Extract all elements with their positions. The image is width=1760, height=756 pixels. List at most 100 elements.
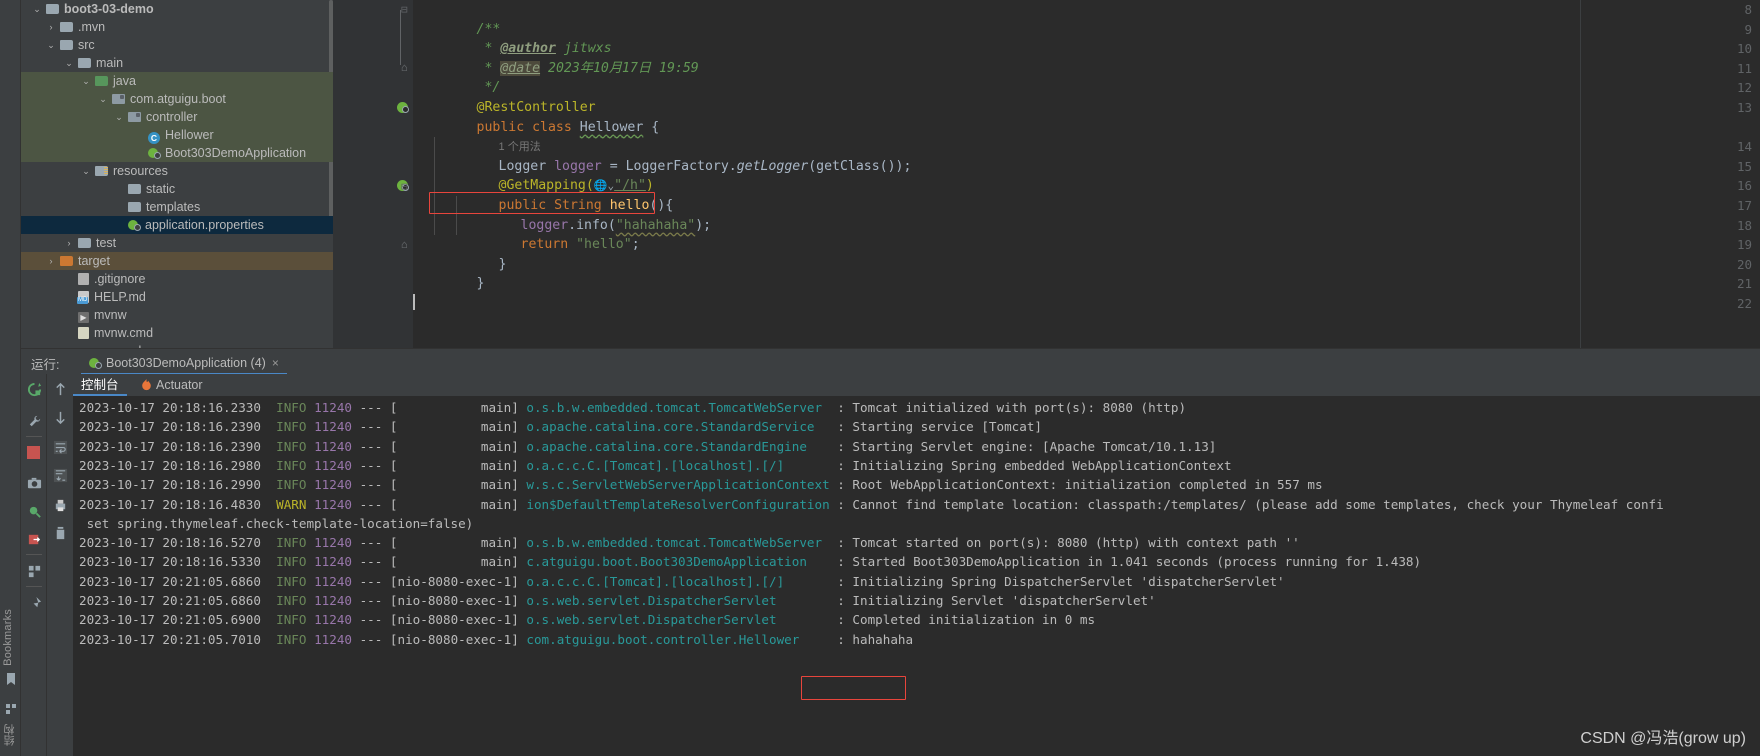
- arrow-down-icon[interactable]: [53, 410, 68, 425]
- gitignore-file-icon: [78, 273, 89, 285]
- run-tool-window[interactable]: 运行: Boot303DemoApplication (4) × 控制台 Act…: [21, 348, 1760, 756]
- chevron-down-icon[interactable]: ⌄: [97, 90, 109, 108]
- tree-item-application-properties[interactable]: application.properties: [21, 216, 333, 234]
- tree-item-static[interactable]: static: [21, 180, 333, 198]
- fold-marker-line16[interactable]: ⊟: [401, 180, 408, 193]
- camera-snapshot-icon[interactable]: [27, 476, 42, 491]
- bookmark-flag-icon[interactable]: [4, 672, 18, 686]
- spring-bean-gutter-icon-line13[interactable]: [397, 102, 409, 114]
- tree-item-label: main: [78, 54, 123, 72]
- pin-icon[interactable]: [27, 596, 42, 611]
- folder-grey-icon: [128, 202, 141, 212]
- run-actions-rail[interactable]: [21, 374, 47, 756]
- class-open-brace: {: [643, 119, 660, 135]
- code-line-12: @RestController: [413, 78, 596, 115]
- code-line-14: Logger logger = LoggerFactory.getLogger(…: [435, 137, 912, 174]
- console-tabbar[interactable]: 控制台 Actuator: [73, 374, 1760, 396]
- stop-icon[interactable]: [27, 446, 40, 459]
- console-log-line: 2023-10-17 20:18:16.2390 INFO 11240 --- …: [79, 438, 1217, 454]
- chevron-down-icon[interactable]: ⌄: [80, 162, 92, 180]
- chevron-down-icon[interactable]: ⌄: [113, 108, 125, 126]
- console-log-line: 2023-10-17 20:18:16.2390 INFO 11240 --- …: [79, 419, 1042, 435]
- run-window-title: 运行:: [31, 358, 60, 372]
- editor-gutter[interactable]: [333, 0, 395, 348]
- bookmarks-rail-label[interactable]: Bookmarks: [2, 609, 14, 666]
- tree-item-help-md[interactable]: HELP.md: [21, 288, 333, 306]
- chevron-right-icon[interactable]: ›: [63, 234, 75, 252]
- chevron-right-icon[interactable]: ›: [45, 252, 57, 270]
- trash-icon[interactable]: [53, 526, 68, 541]
- tree-item-java[interactable]: ⌄ java: [21, 72, 333, 90]
- chevron-down-icon[interactable]: ⌄: [80, 72, 92, 90]
- folder-grey-icon: [60, 22, 73, 32]
- tree-item-label: boot3-03-demo: [46, 0, 154, 18]
- tree-item-test[interactable]: › test: [21, 234, 333, 252]
- folder-grey-icon: [78, 238, 91, 248]
- tree-item-mvnw-cmd[interactable]: mvnw.cmd: [21, 324, 333, 342]
- tree-item-boot303demoapplication[interactable]: Boot303DemoApplication: [21, 144, 333, 162]
- chevron-down-icon[interactable]: ⌄: [45, 36, 57, 54]
- console-log-line: 2023-10-17 20:18:16.4830 WARN 11240 --- …: [79, 496, 1664, 512]
- rail-divider-2: [26, 554, 42, 555]
- tree-item-hellower[interactable]: C Hellower: [21, 126, 333, 144]
- chevron-down-icon[interactable]: ⌄: [31, 0, 43, 18]
- rerun-icon[interactable]: [27, 382, 42, 397]
- scroll-to-end-icon[interactable]: [53, 468, 68, 483]
- tree-item-main[interactable]: ⌄ main: [21, 54, 333, 72]
- editor-marker-column[interactable]: [395, 0, 413, 348]
- run-configuration-tab[interactable]: Boot303DemoApplication (4) ×: [81, 351, 287, 375]
- print-icon[interactable]: [53, 498, 68, 513]
- tree-item-resources[interactable]: ⌄ resources: [21, 162, 333, 180]
- tab-console[interactable]: 控制台: [73, 374, 127, 396]
- tree-item-label: ▶ mvnw: [78, 306, 127, 324]
- soft-wrap-icon[interactable]: [53, 440, 68, 455]
- info-call-tail: );: [695, 217, 712, 233]
- return-semicolon: ;: [631, 237, 640, 253]
- tab-actuator[interactable]: Actuator: [133, 374, 211, 396]
- tree-item-label: src: [60, 36, 95, 54]
- fold-marker-line19[interactable]: ⌂: [401, 238, 408, 251]
- tree-item-com-atguigu-boot[interactable]: ⌄ com.atguigu.boot: [21, 90, 333, 108]
- project-tree-panel[interactable]: ⌄ boot3-03-demo › .mvn ⌄ src ⌄ main ⌄ java ⌄ com.at…: [21, 0, 333, 348]
- tree-item-templates[interactable]: templates: [21, 198, 333, 216]
- tab-actuator-label: Actuator: [156, 378, 203, 392]
- tree-item-label: controller: [128, 108, 197, 126]
- method-close-brace: }: [498, 256, 507, 272]
- code-highlight-box: [429, 192, 655, 214]
- watermark-text: CSDN @冯浩(grow up): [1580, 730, 1746, 747]
- code-content[interactable]: ⊟ ⌂ ⊟ ⌂ /** * @author jitwxs * @date 202…: [400, 0, 1760, 348]
- code-editor[interactable]: 8 9 10 11 12 13 14 15 16 17 18 19 20 21 22 ⊟ ⌂ ⊟ ⌂ /**…: [333, 0, 1760, 348]
- fold-marker-line8[interactable]: ⊟: [401, 3, 408, 16]
- structure-grid-icon[interactable]: [4, 702, 18, 716]
- code-line-13-usage-hint[interactable]: 1 个用法: [435, 118, 541, 153]
- tree-item-target[interactable]: › target: [21, 252, 333, 270]
- run-window-header: 运行: Boot303DemoApplication (4) ×: [21, 348, 1760, 375]
- code-line-11: */: [413, 59, 500, 95]
- fold-marker-line11[interactable]: ⌂: [401, 61, 408, 74]
- layout-grid-icon[interactable]: [27, 564, 42, 579]
- settings-wrench-icon[interactable]: [27, 414, 42, 429]
- debug-thread-dump-icon[interactable]: [27, 504, 42, 519]
- chevron-right-icon[interactable]: ›: [45, 18, 57, 36]
- java-class-icon: C: [148, 132, 160, 144]
- console-output[interactable]: 2023-10-17 20:18:16.2330 INFO 11240 --- …: [73, 396, 1760, 756]
- close-icon[interactable]: ×: [272, 356, 279, 370]
- console-actions-rail[interactable]: [47, 374, 73, 756]
- arrow-up-icon[interactable]: [53, 382, 68, 397]
- tree-item-label: C Hellower: [148, 126, 214, 144]
- markdown-file-icon: [77, 291, 89, 304]
- tree-item-src[interactable]: ⌄ src: [21, 36, 333, 54]
- script-file-icon: ▶: [78, 312, 89, 323]
- structure-rail-label[interactable]: 结构: [2, 724, 18, 746]
- tree-item--gitignore[interactable]: .gitignore: [21, 270, 333, 288]
- tree-item-label: static: [128, 180, 175, 198]
- package-icon: [128, 112, 141, 122]
- tree-item-controller[interactable]: ⌄ controller: [21, 108, 333, 126]
- spring-boot-icon: [148, 147, 161, 159]
- tree-item-mvnw[interactable]: ▶ mvnw: [21, 306, 333, 324]
- tree-item--mvn[interactable]: › .mvn: [21, 18, 333, 36]
- tree-item-boot3-03-demo[interactable]: ⌄ boot3-03-demo: [21, 0, 333, 18]
- tree-item-label: com.atguigu.boot: [112, 90, 226, 108]
- import-arrow-icon[interactable]: [27, 532, 42, 547]
- chevron-down-icon[interactable]: ⌄: [63, 54, 75, 72]
